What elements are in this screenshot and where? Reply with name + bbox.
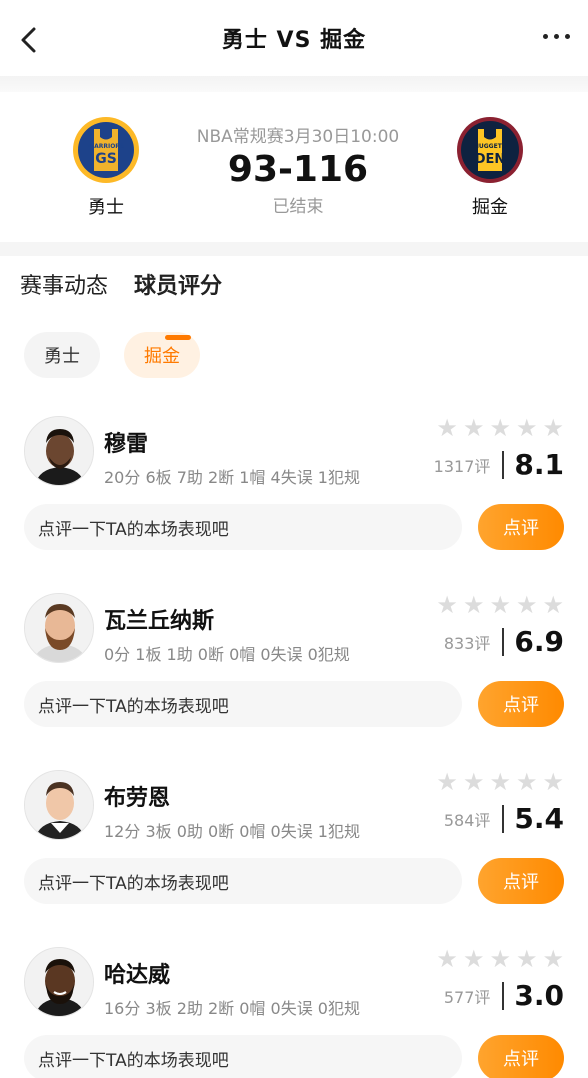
match-status: 已结束 — [272, 196, 324, 217]
comment-input[interactable]: 点评一下TA的本场表现吧 — [24, 504, 462, 550]
away-team-name: 掘金 — [471, 197, 508, 218]
match-summary: WARRIORS GS 勇士 NBA常规赛3月30日10:00 93-116 已… — [0, 92, 588, 242]
player-avatar[interactable] — [24, 947, 94, 1017]
separator — [502, 627, 505, 656]
avatar-image — [25, 594, 93, 662]
separator — [502, 450, 505, 479]
player-name[interactable]: 瓦兰丘纳斯 — [104, 603, 436, 635]
svg-text:GS: GS — [95, 151, 117, 167]
comment-button[interactable]: 点评 — [478, 1035, 564, 1078]
avatar-image — [25, 417, 93, 485]
vote-count: 584评 — [443, 810, 491, 830]
player-name[interactable]: 布劳恩 — [104, 780, 436, 812]
vote-count: 577评 — [443, 987, 491, 1007]
comment-button[interactable]: 点评 — [478, 504, 564, 550]
player-avatar[interactable] — [24, 770, 94, 840]
player-name[interactable]: 穆雷 — [104, 426, 434, 458]
screen: 勇士 VS 掘金 WARRIORS GS 勇士 NBA常规赛3月30日10:00… — [0, 0, 588, 1078]
player-rating: 6.9 — [514, 625, 564, 658]
player-card: 瓦兰丘纳斯 0分 1板 1助 0断 0帽 0失误 0犯规 ★ ★ ★ ★ ★ 833评 … — [0, 579, 588, 756]
avatar-image — [25, 948, 93, 1016]
player-stats: 0分 1板 1助 0断 0帽 0失误 0犯规 — [104, 645, 350, 664]
svg-text:NUGGETS: NUGGETS — [474, 143, 506, 150]
player-card: 穆雷 20分 6板 7助 2断 1帽 4失误 1犯规 ★ ★ ★ ★ ★ 1317评 8… — [0, 402, 588, 579]
svg-text:DEN: DEN — [475, 152, 506, 167]
home-team-name: 勇士 — [88, 197, 124, 218]
match-score: 93-116 — [227, 148, 369, 190]
comment-input[interactable]: 点评一下TA的本场表现吧 — [24, 858, 462, 904]
comment-button[interactable]: 点评 — [478, 681, 564, 727]
player-card: 布劳恩 12分 3板 0助 0断 0帽 0失误 1犯规 ★ ★ ★ ★ ★ 584评 5… — [0, 756, 588, 933]
away-team[interactable]: NUGGETS DEN 掘金 — [452, 115, 528, 219]
player-avatar[interactable] — [24, 416, 94, 486]
tab-game-events[interactable]: 赛事动态 — [20, 268, 108, 322]
player-name[interactable]: 哈达威 — [104, 957, 436, 989]
vote-count: 833评 — [443, 633, 491, 653]
top-bar: 勇士 VS 掘金 — [0, 0, 588, 76]
separator — [502, 981, 505, 1010]
vote-count: 1317评 — [433, 456, 491, 476]
rating-stars[interactable]: ★ ★ ★ ★ ★ — [436, 770, 564, 794]
team-filter: 勇士 掘金 — [0, 322, 588, 402]
rating-stars[interactable]: ★ ★ ★ ★ ★ — [436, 947, 564, 971]
svg-text:WARRIORS: WARRIORS — [88, 143, 125, 150]
player-card: 哈达威 16分 3板 2助 2断 0帽 0失误 0犯规 ★ ★ ★ ★ ★ 577评 3… — [0, 933, 588, 1078]
home-team[interactable]: WARRIORS GS 勇士 — [68, 115, 144, 219]
player-stats: 16分 3板 2助 2断 0帽 0失误 0犯规 — [104, 999, 360, 1018]
player-rating: 3.0 — [514, 979, 564, 1012]
player-rating: 5.4 — [514, 802, 564, 835]
player-avatar[interactable] — [24, 593, 94, 663]
tab-bar: 赛事动态 球员评分 — [0, 256, 588, 340]
warriors-logo: WARRIORS GS — [73, 117, 139, 183]
player-rating: 8.1 — [514, 448, 564, 481]
player-stats: 12分 3板 0助 0断 0帽 0失误 1犯规 — [104, 822, 360, 841]
back-arrow-icon[interactable] — [16, 26, 44, 54]
rating-stars[interactable]: ★ ★ ★ ★ ★ — [436, 416, 564, 440]
rating-stars[interactable]: ★ ★ ★ ★ ★ — [436, 593, 564, 617]
page-title: 勇士 VS 掘金 — [221, 28, 367, 53]
separator — [502, 804, 505, 833]
player-stats: 20分 6板 7助 2断 1帽 4失误 1犯规 — [104, 468, 360, 487]
match-meta: NBA常规赛3月30日10:00 — [196, 126, 400, 147]
divider — [0, 242, 588, 256]
filter-warriors[interactable]: 勇士 — [24, 332, 100, 378]
comment-input[interactable]: 点评一下TA的本场表现吧 — [24, 1035, 462, 1078]
comment-button[interactable]: 点评 — [478, 858, 564, 904]
avatar-image — [25, 771, 93, 839]
nuggets-logo: NUGGETS DEN — [456, 117, 523, 183]
match-center: NBA常规赛3月30日10:00 93-116 已结束 — [197, 122, 399, 217]
divider — [0, 76, 588, 92]
comment-input[interactable]: 点评一下TA的本场表现吧 — [24, 681, 462, 727]
more-options-icon[interactable] — [543, 34, 570, 39]
tab-player-ratings[interactable]: 球员评分 — [134, 268, 222, 340]
